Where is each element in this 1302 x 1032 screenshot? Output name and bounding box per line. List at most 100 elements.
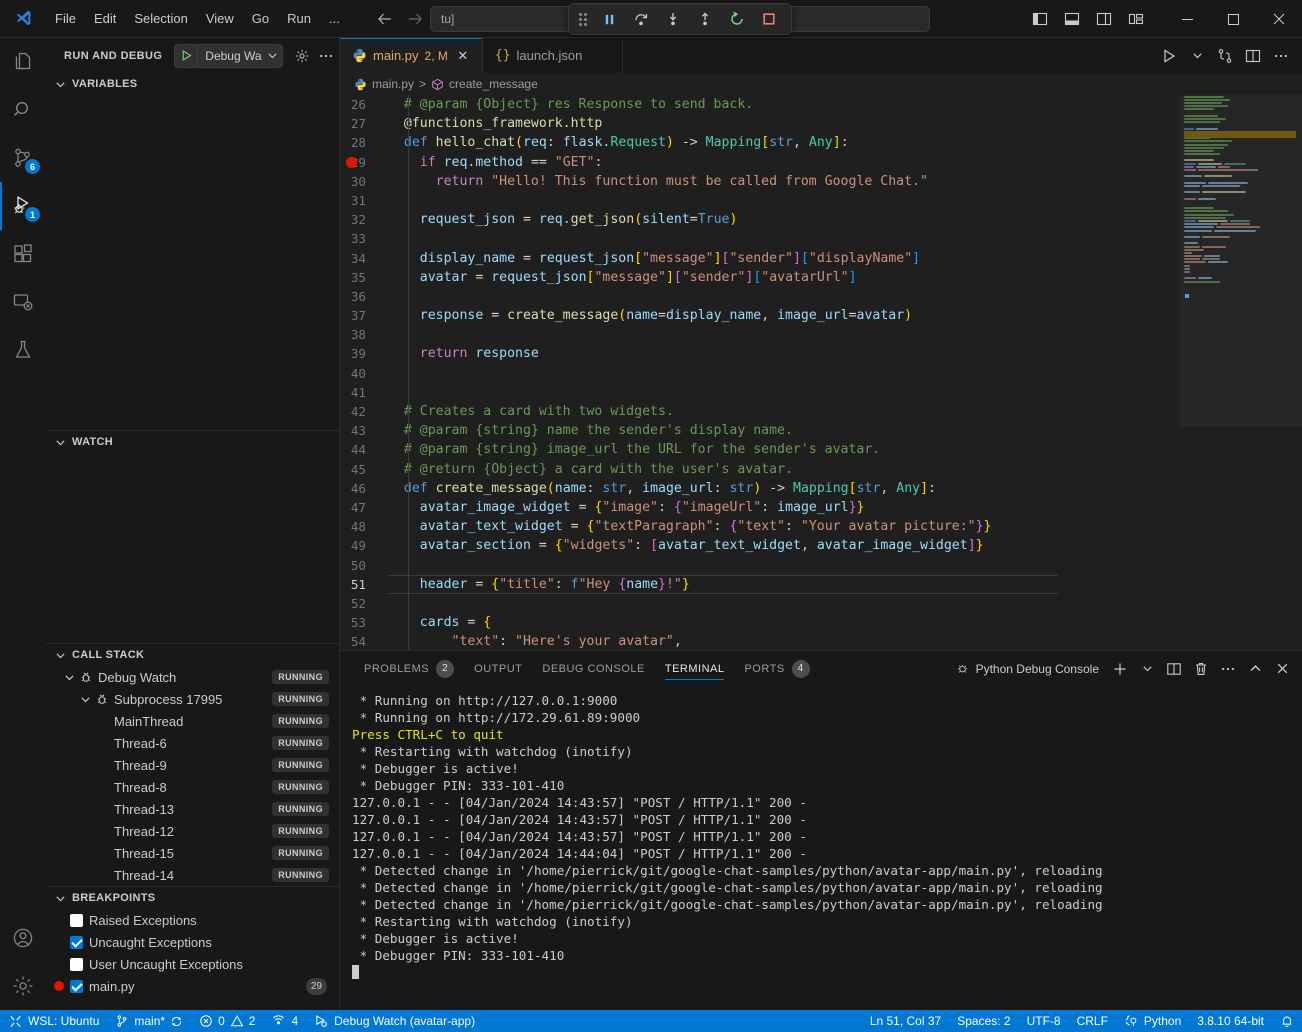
status-language-mode[interactable]: Python bbox=[1116, 1010, 1189, 1032]
status-indentation[interactable]: Spaces: 2 bbox=[949, 1010, 1018, 1032]
code-line[interactable]: 41 bbox=[340, 383, 1180, 402]
debug-launch-config-selector[interactable]: Debug Wa bbox=[174, 44, 282, 68]
code-line[interactable]: 37 response = create_message(name=displa… bbox=[340, 306, 1180, 325]
panel-tab[interactable]: PORTS4 bbox=[734, 651, 819, 686]
activity-extensions[interactable] bbox=[0, 230, 46, 278]
split-editor-icon[interactable] bbox=[1240, 43, 1266, 69]
minimap-slider[interactable] bbox=[1180, 95, 1302, 427]
window-maximize-button[interactable] bbox=[1210, 0, 1256, 38]
code-line[interactable]: 31 bbox=[340, 191, 1180, 210]
status-debug-session[interactable]: Debug Watch (avatar-app) bbox=[306, 1010, 483, 1032]
call-stack-row[interactable]: Thread-9RUNNING bbox=[46, 754, 339, 776]
window-minimize-button[interactable] bbox=[1164, 0, 1210, 38]
activity-explorer[interactable] bbox=[0, 38, 46, 86]
breakpoint-row[interactable]: main.py29 bbox=[46, 975, 339, 997]
code-line[interactable]: 30 return "Hello! This function must be … bbox=[340, 172, 1180, 191]
panel-tab[interactable]: OUTPUT bbox=[464, 651, 532, 686]
code-line[interactable]: 38 bbox=[340, 325, 1180, 344]
code-line[interactable]: 54 "text": "Here's your avatar", bbox=[340, 632, 1180, 650]
editor-more-actions-icon[interactable] bbox=[1268, 43, 1294, 69]
new-terminal-icon[interactable] bbox=[1108, 657, 1132, 681]
customize-layout-icon[interactable] bbox=[1124, 8, 1148, 30]
breakpoint-row[interactable]: User Uncaught Exceptions bbox=[46, 953, 339, 975]
debug-toolbar[interactable] bbox=[568, 3, 792, 35]
panel-tab[interactable]: DEBUG CONSOLE bbox=[532, 651, 654, 686]
code-line[interactable]: 36 bbox=[340, 287, 1180, 306]
code-line[interactable]: 29 if req.method == "GET": bbox=[340, 153, 1180, 172]
menu-more[interactable]: ... bbox=[320, 7, 349, 30]
terminal-dropdown-chevron-down-icon[interactable] bbox=[1135, 657, 1159, 681]
maximize-panel-chevron-up-icon[interactable] bbox=[1243, 657, 1267, 681]
menu-view[interactable]: View bbox=[197, 7, 243, 30]
toggle-primary-sidebar-icon[interactable] bbox=[1028, 8, 1052, 30]
call-stack-row[interactable]: Debug WatchRUNNING bbox=[46, 666, 339, 688]
activity-run-and-debug[interactable]: 1 bbox=[0, 182, 46, 230]
editor-breakpoint-icon[interactable] bbox=[346, 157, 357, 168]
source-control-compare-icon[interactable] bbox=[1212, 43, 1238, 69]
chevron-down-icon[interactable] bbox=[64, 672, 75, 683]
toggle-secondary-sidebar-icon[interactable] bbox=[1092, 8, 1116, 30]
breakpoint-row[interactable]: Uncaught Exceptions bbox=[46, 931, 339, 953]
code-editor[interactable]: 26 # @param {Object} res Response to sen… bbox=[340, 95, 1302, 650]
code-line[interactable]: 44 # @param {string} image_url the URL f… bbox=[340, 440, 1180, 459]
debug-restart-button[interactable] bbox=[723, 7, 751, 31]
code-line[interactable]: 39 return response bbox=[340, 344, 1180, 363]
code-line[interactable]: 49 avatar_section = {"widgets": [avatar_… bbox=[340, 536, 1180, 555]
call-stack-row[interactable]: Thread-12RUNNING bbox=[46, 820, 339, 842]
code-line[interactable]: 42 # Creates a card with two widgets. bbox=[340, 402, 1180, 421]
breadcrumb-file[interactable]: main.py bbox=[372, 77, 414, 91]
gear-icon[interactable] bbox=[291, 45, 313, 67]
code-line[interactable]: 50 bbox=[340, 556, 1180, 575]
window-close-button[interactable] bbox=[1256, 0, 1302, 38]
code-line[interactable]: 48 avatar_text_widget = {"textParagraph"… bbox=[340, 517, 1180, 536]
code-line[interactable]: 32 request_json = req.get_json(silent=Tr… bbox=[340, 210, 1180, 229]
breakpoints-section-header[interactable]: BREAKPOINTS bbox=[46, 887, 339, 909]
kill-terminal-trash-icon[interactable] bbox=[1189, 657, 1213, 681]
debug-pause-button[interactable] bbox=[595, 7, 623, 31]
code-line[interactable]: 28 def hello_chat(req: flask.Request) ->… bbox=[340, 133, 1180, 152]
activity-remote-explorer[interactable] bbox=[0, 278, 46, 326]
call-stack-row[interactable]: Thread-15RUNNING bbox=[46, 842, 339, 864]
panel-more-actions-icon[interactable] bbox=[1216, 657, 1240, 681]
status-ports[interactable]: 4 bbox=[263, 1010, 306, 1032]
debug-step-out-button[interactable] bbox=[691, 7, 719, 31]
run-options-chevron-down-icon[interactable] bbox=[1184, 43, 1210, 69]
run-python-file-icon[interactable] bbox=[1156, 43, 1182, 69]
tab-close-icon[interactable]: ✕ bbox=[454, 47, 472, 65]
activity-manage-settings[interactable] bbox=[0, 962, 46, 1010]
call-stack-row[interactable]: Subprocess 17995RUNNING bbox=[46, 688, 339, 710]
debug-step-into-button[interactable] bbox=[659, 7, 687, 31]
breakpoint-checkbox[interactable] bbox=[70, 958, 83, 971]
split-terminal-icon[interactable] bbox=[1162, 657, 1186, 681]
status-cursor-position[interactable]: Ln 51, Col 37 bbox=[862, 1010, 949, 1032]
debug-toolbar-drag-handle[interactable] bbox=[577, 10, 589, 28]
menu-file[interactable]: File bbox=[46, 7, 85, 30]
call-stack-row[interactable]: Thread-13RUNNING bbox=[46, 798, 339, 820]
breakpoint-checkbox[interactable] bbox=[70, 936, 83, 949]
editor-tab[interactable]: {}launch.json bbox=[483, 38, 623, 73]
callstack-section-header[interactable]: CALL STACK bbox=[46, 644, 339, 666]
code-line[interactable]: 53 cards = { bbox=[340, 613, 1180, 632]
close-panel-icon[interactable] bbox=[1270, 657, 1294, 681]
active-terminal-label[interactable]: Python Debug Console bbox=[955, 661, 1099, 676]
panel-tab[interactable]: PROBLEMS2 bbox=[354, 651, 464, 686]
breakpoint-row[interactable]: Raised Exceptions bbox=[46, 909, 339, 931]
debug-stop-button[interactable] bbox=[755, 7, 783, 31]
watch-section-header[interactable]: WATCH bbox=[46, 431, 339, 453]
call-stack-row[interactable]: Thread-6RUNNING bbox=[46, 732, 339, 754]
breadcrumb-symbol[interactable]: create_message bbox=[449, 77, 538, 91]
call-stack-row[interactable]: MainThreadRUNNING bbox=[46, 710, 339, 732]
status-interpreter[interactable]: 3.8.10 64-bit bbox=[1189, 1010, 1272, 1032]
code-line[interactable]: 35 avatar = request_json["message"]["sen… bbox=[340, 268, 1180, 287]
code-line[interactable]: 47 avatar_image_widget = {"image": {"ima… bbox=[340, 498, 1180, 517]
toggle-panel-icon[interactable] bbox=[1060, 8, 1084, 30]
minimap[interactable] bbox=[1180, 95, 1302, 650]
status-git-branch[interactable]: main* bbox=[107, 1010, 191, 1032]
breakpoint-checkbox[interactable] bbox=[70, 914, 83, 927]
activity-testing[interactable] bbox=[0, 326, 46, 374]
code-line[interactable]: 26 # @param {Object} res Response to sen… bbox=[340, 95, 1180, 114]
terminal-output[interactable]: * Running on http://127.0.0.1:9000 * Run… bbox=[340, 686, 1302, 1010]
activity-accounts[interactable] bbox=[0, 914, 46, 962]
status-notifications[interactable] bbox=[1272, 1010, 1302, 1032]
code-line[interactable]: 45 # @return {Object} a card with the us… bbox=[340, 460, 1180, 479]
